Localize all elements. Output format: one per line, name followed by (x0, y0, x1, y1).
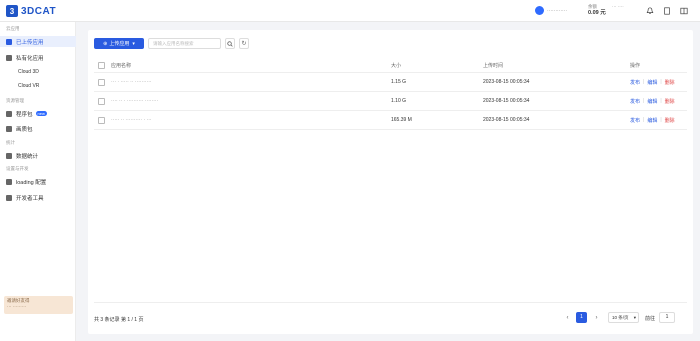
row-checkbox[interactable] (98, 73, 105, 91)
sidebar-item-private-apps[interactable]: 私有化应用 (0, 52, 76, 63)
sidebar-item-label: 程序包 (16, 111, 33, 118)
sidebar-item-dev-tools[interactable]: 开发者工具 (0, 192, 76, 203)
document-icon[interactable] (663, 7, 671, 15)
sidebar-item-packages[interactable]: 程序包 new (0, 108, 76, 119)
logo-text: 3DCAT (21, 5, 57, 17)
row-checkbox[interactable] (98, 92, 105, 110)
chevron-down-icon: ▾ (633, 315, 636, 320)
apps-table: 应用名称 大小 上传时间 操作 ··· · ····· ·· ·········… (94, 58, 687, 130)
top-header: 3 3DCAT ············ 余额 0.09 元 ··· ···· (0, 0, 700, 22)
col-name: 应用名称 (111, 62, 132, 69)
book-icon[interactable] (680, 7, 688, 15)
delete-link[interactable]: 删除 (665, 98, 675, 105)
sidebar-item-quality[interactable]: 画质包 (0, 123, 76, 134)
upload-time: 2023-08-15 00:05:34 (483, 98, 530, 104)
delete-link[interactable]: 删除 (665, 117, 675, 124)
bell-icon[interactable] (646, 7, 654, 15)
sidebar-item-label: 私有化应用 (16, 55, 44, 62)
sidebar-item-label: loading 配置 (16, 179, 47, 186)
search-input[interactable]: 请输入应用名称搜索 (148, 38, 221, 49)
sidebar: 云应用 已上传应用 私有化应用 Cloud 3D Cloud VR 资源管理 程… (0, 22, 76, 341)
table-row: ····· ·· ·········· · ··· 165.39 M 2023-… (94, 111, 687, 130)
plan-info[interactable]: ··· ···· (612, 4, 624, 10)
sidebar-group-cloud-apps: 云应用 (6, 26, 20, 31)
sidebar-item-label: 数据统计 (16, 153, 39, 160)
main-panel: ⊕ 上传应用 ▾ 请输入应用名称搜索 ↻ 应用名称 大小 上传时间 操作 ···… (88, 30, 693, 334)
record-count: 共 3 条记录 第 1 / 1 页 (94, 317, 144, 323)
divider (94, 302, 687, 303)
sidebar-subitem-cloud-vr[interactable]: Cloud VR (18, 83, 39, 89)
app-size: 1.10 G (391, 98, 407, 104)
edit-link[interactable]: 编辑 (647, 98, 657, 105)
search-icon (227, 40, 233, 47)
sidebar-group-resources: 资源管理 (6, 98, 24, 103)
balance-value: 0.09 元 (588, 10, 606, 16)
app-size: 165.39 M (391, 117, 412, 123)
table-row: ···· ·· · ·········· ········ 1.10 G 202… (94, 92, 687, 111)
user-name: ············ (547, 7, 567, 14)
new-badge: new (35, 111, 47, 116)
edit-link[interactable]: 编辑 (647, 117, 657, 124)
plus-icon: ⊕ (103, 40, 108, 47)
image-icon (6, 125, 12, 132)
goto-page-input[interactable]: 1 (659, 312, 675, 323)
upload-app-button[interactable]: ⊕ 上传应用 ▾ (94, 38, 144, 49)
gear-icon (6, 54, 12, 61)
upload-time: 2023-08-15 00:05:34 (483, 117, 530, 123)
sidebar-group-stats: 统计 (6, 140, 15, 145)
package-icon (6, 110, 12, 117)
col-actions: 操作 (630, 62, 641, 69)
app-name: ··· · ····· ·· ·········· (111, 79, 152, 85)
app-name: ····· ·· ·········· · ··· (111, 117, 152, 123)
row-actions: 发布 | 编辑 | 删除 (630, 117, 675, 124)
col-size: 大小 (391, 62, 402, 69)
chart-icon (6, 152, 12, 159)
refresh-icon: ↻ (241, 41, 247, 47)
user-menu[interactable]: ············ (535, 6, 567, 15)
publish-link[interactable]: 发布 (630, 79, 640, 86)
row-actions: 发布 | 编辑 | 删除 (630, 79, 675, 86)
search-button[interactable] (225, 38, 235, 49)
sidebar-item-label: 开发者工具 (16, 195, 44, 202)
app-name: ···· ·· · ·········· ········ (111, 98, 159, 104)
sidebar-item-statistics[interactable]: 数据统计 (0, 150, 76, 161)
refresh-button[interactable]: ↻ (239, 38, 249, 49)
prev-page-icon[interactable]: ‹ (563, 313, 572, 323)
publish-link[interactable]: 发布 (630, 98, 640, 105)
balance[interactable]: 余额 0.09 元 (588, 4, 606, 16)
sidebar-subitem-cloud-3d[interactable]: Cloud 3D (18, 69, 39, 75)
page-size-select[interactable]: 10 条/页 ▾ (608, 312, 639, 323)
page-number-current[interactable]: 1 (576, 312, 587, 323)
sidebar-group-settings: 设置与开发 (6, 166, 29, 171)
goto-label: 前往 (645, 316, 656, 322)
invite-promo-banner[interactable]: 邀请好友得 ··· ········· (4, 296, 73, 314)
upload-app-label: 上传应用 (109, 41, 130, 47)
publish-link[interactable]: 发布 (630, 117, 640, 124)
logo[interactable]: 3 3DCAT (6, 5, 56, 17)
edit-link[interactable]: 编辑 (647, 79, 657, 86)
table-row: ··· · ····· ·· ·········· 1.15 G 2023-08… (94, 73, 687, 92)
sidebar-item-label: 画质包 (16, 126, 33, 133)
chevron-down-icon: ▾ (132, 40, 135, 47)
promo-line2: ··· ········· (7, 304, 27, 309)
sidebar-item-uploaded-apps[interactable]: 已上传应用 (0, 36, 76, 47)
settings-icon (6, 178, 12, 185)
next-page-icon[interactable]: › (592, 313, 601, 323)
page-size-value: 10 条/页 (612, 315, 629, 320)
col-time: 上传时间 (483, 62, 504, 69)
tools-icon (6, 194, 12, 201)
row-actions: 发布 | 编辑 | 删除 (630, 98, 675, 105)
cloud-icon (6, 38, 12, 45)
sidebar-item-label: 已上传应用 (16, 39, 44, 46)
app-size: 1.15 G (391, 79, 407, 85)
logo-icon: 3 (6, 5, 18, 17)
table-header: 应用名称 大小 上传时间 操作 (94, 58, 687, 73)
sidebar-item-loading-config[interactable]: loading 配置 (0, 176, 76, 187)
delete-link[interactable]: 删除 (665, 79, 675, 86)
row-checkbox[interactable] (98, 111, 105, 129)
avatar (535, 6, 544, 15)
upload-time: 2023-08-15 00:05:34 (483, 79, 530, 85)
select-all-checkbox[interactable] (98, 58, 105, 72)
